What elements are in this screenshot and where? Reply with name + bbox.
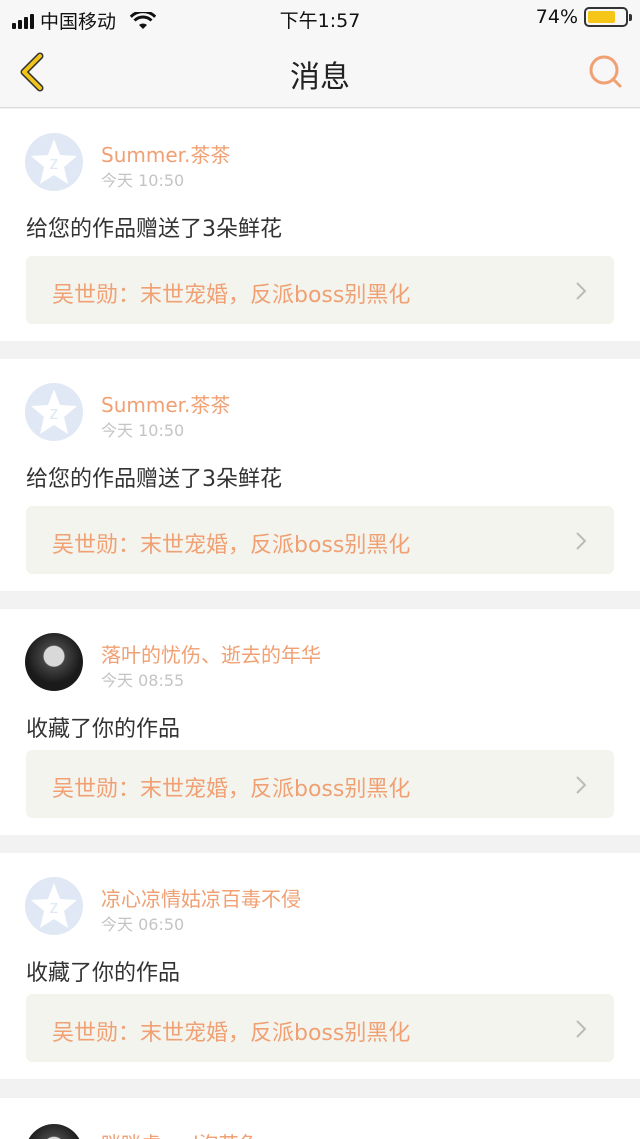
battery-percent: 74% xyxy=(535,6,578,28)
timestamp: 今天 10:50 xyxy=(101,421,185,440)
message-list: z Summer.茶茶 今天 10:50 给您的作品赠送了3朵鲜花 吴世勋：末世… xyxy=(0,109,640,1097)
avatar[interactable] xyxy=(25,633,83,691)
message-item: z Summer.茶茶 今天 10:50 给您的作品赠送了3朵鲜花 吴世勋：末世… xyxy=(0,359,640,591)
message-item: z 凉心凉情姑凉百毒不侵 今天 06:50 收藏了你的作品 吴世勋：末世宠婚，反… xyxy=(0,853,640,1079)
avatar[interactable] xyxy=(25,1124,83,1139)
chevron-right-icon xyxy=(576,1020,587,1038)
message-item: z Summer.茶茶 今天 10:50 给您的作品赠送了3朵鲜花 吴世勋：末世… xyxy=(0,109,640,341)
username[interactable]: 凉心凉情姑凉百毒不侵 xyxy=(101,883,301,912)
work-title: 吴世勋：末世宠婚，反派boss别黑化 xyxy=(52,777,411,802)
timestamp: 今天 10:50 xyxy=(101,171,185,190)
svg-text:z: z xyxy=(50,153,59,173)
message-item: 落叶的忧伤、逝去的年华 今天 08:55 收藏了你的作品 吴世勋：末世宠婚，反派… xyxy=(0,609,640,835)
username[interactable]: Summer.茶茶 xyxy=(101,389,230,418)
chevron-right-icon xyxy=(576,776,587,794)
work-link[interactable]: 吴世勋：末世宠婚，反派boss别黑化 xyxy=(26,256,614,324)
battery-icon xyxy=(584,7,632,27)
avatar[interactable]: z xyxy=(25,877,83,935)
timestamp: 今天 08:55 xyxy=(101,671,185,690)
search-icon[interactable] xyxy=(586,52,626,92)
svg-text:z: z xyxy=(50,897,59,917)
work-title: 吴世勋：末世宠婚，反派boss别黑化 xyxy=(52,533,411,558)
work-title: 吴世勋：末世宠婚，反派boss别黑化 xyxy=(52,283,411,308)
nav-bar: 消息 xyxy=(0,36,640,108)
default-avatar-icon: z xyxy=(31,139,77,184)
work-link[interactable]: 吴世勋：末世宠婚，反派boss别黑化 xyxy=(26,506,614,574)
default-avatar-icon: z xyxy=(31,883,77,928)
message-text: 收藏了你的作品 xyxy=(26,717,181,742)
message-text: 给您的作品赠送了3朵鲜花 xyxy=(26,217,282,242)
avatar[interactable]: z xyxy=(25,133,83,191)
avatar[interactable]: z xyxy=(25,383,83,441)
message-item: 咣咣虎and泡芙兔 xyxy=(0,1098,640,1139)
work-link[interactable]: 吴世勋：末世宠婚，反派boss别黑化 xyxy=(26,750,614,818)
timestamp: 今天 06:50 xyxy=(101,915,185,934)
username[interactable]: Summer.茶茶 xyxy=(101,139,230,168)
page-title: 消息 xyxy=(290,60,350,95)
work-title: 吴世勋：末世宠婚，反派boss别黑化 xyxy=(52,1021,411,1046)
status-bar: 中国移动 下午1:57 74% xyxy=(0,0,640,36)
message-text: 收藏了你的作品 xyxy=(26,961,181,986)
chevron-right-icon xyxy=(576,532,587,550)
username[interactable]: 咣咣虎and泡芙兔 xyxy=(101,1128,259,1139)
svg-text:z: z xyxy=(50,403,59,423)
work-link[interactable]: 吴世勋：末世宠婚，反派boss别黑化 xyxy=(26,994,614,1062)
message-text: 给您的作品赠送了3朵鲜花 xyxy=(26,467,282,492)
chevron-right-icon xyxy=(576,282,587,300)
default-avatar-icon: z xyxy=(31,389,77,434)
username[interactable]: 落叶的忧伤、逝去的年华 xyxy=(101,639,321,668)
